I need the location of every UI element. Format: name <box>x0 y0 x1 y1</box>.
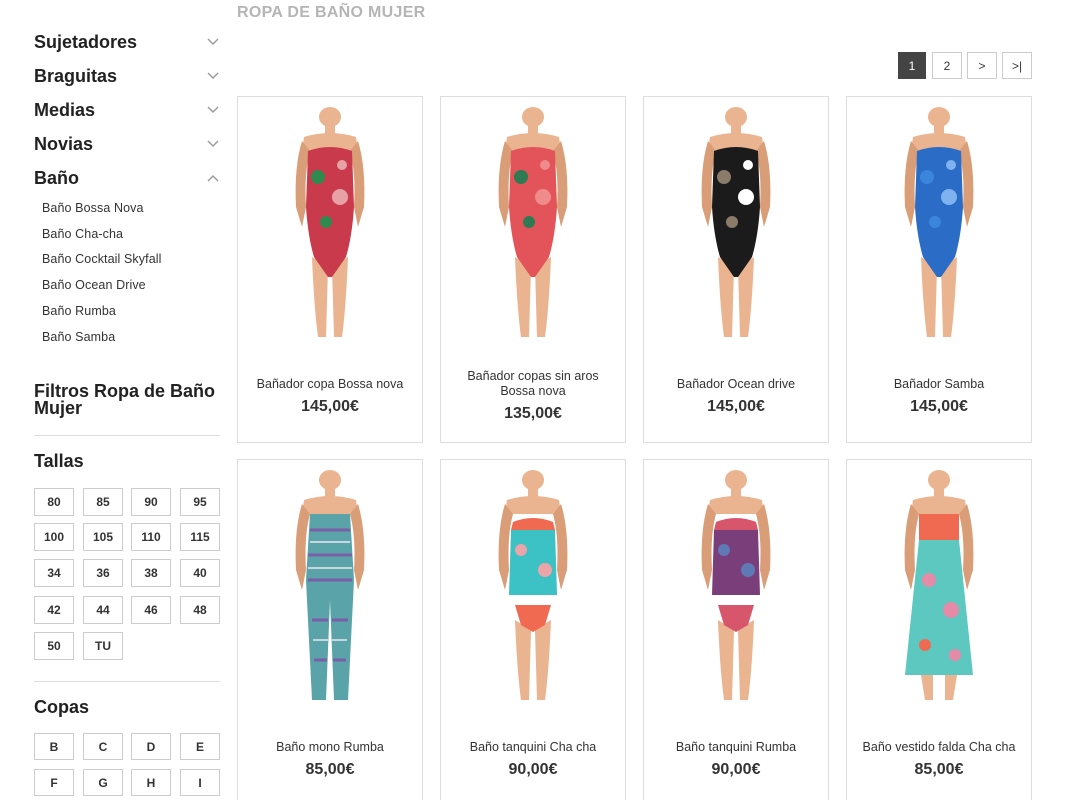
page-title: ROPA DE BAÑO MUJER <box>237 4 426 21</box>
category-label: Novias <box>34 133 94 154</box>
product-name[interactable]: Baño mono Rumba <box>246 740 414 755</box>
subcategory-link[interactable]: Baño Rumba <box>42 304 116 318</box>
subcategory-link[interactable]: Baño Samba <box>42 330 115 344</box>
category-novias[interactable]: Novias <box>34 129 220 159</box>
chevron-down-icon <box>206 103 220 117</box>
category-ba-o[interactable]: Baño <box>34 163 220 193</box>
next-page-button[interactable]: > <box>967 52 997 79</box>
size-filter-48[interactable]: 48 <box>180 596 220 624</box>
cup-filter-i[interactable]: I <box>180 769 220 796</box>
product-image[interactable] <box>441 470 625 700</box>
product-image[interactable] <box>847 107 1031 337</box>
subcategory-link[interactable]: Baño Cha-cha <box>42 227 123 241</box>
product-name[interactable]: Bañador Ocean drive <box>652 377 820 392</box>
product-image[interactable] <box>644 470 828 700</box>
size-filter-95[interactable]: 95 <box>180 488 220 516</box>
cup-filter-c[interactable]: C <box>83 733 123 760</box>
product-card[interactable]: Bañador copas sin aros Bossa nova 135,00€ <box>440 96 626 443</box>
product-price: 90,00€ <box>711 761 761 778</box>
product-price: 145,00€ <box>301 398 359 415</box>
product-card[interactable]: Baño mono Rumba 85,00€ <box>237 459 423 800</box>
product-card[interactable]: Bañador Samba 145,00€ <box>846 96 1032 443</box>
cup-filter-f[interactable]: F <box>34 769 74 796</box>
product-name[interactable]: Bañador copas sin aros Bossa nova <box>449 369 617 399</box>
size-filter-110[interactable]: 110 <box>131 523 171 551</box>
size-filter-105[interactable]: 105 <box>83 523 123 551</box>
size-filter-100[interactable]: 100 <box>34 523 74 551</box>
cup-filter-b[interactable]: B <box>34 733 74 760</box>
product-image[interactable] <box>847 470 1031 700</box>
size-filter-90[interactable]: 90 <box>131 488 171 516</box>
subcategory-link[interactable]: Baño Ocean Drive <box>42 278 146 292</box>
category-label: Braguitas <box>34 65 118 86</box>
divider <box>34 681 220 682</box>
cup-filter-e[interactable]: E <box>180 733 220 760</box>
category-medias[interactable]: Medias <box>34 95 220 125</box>
size-filter-85[interactable]: 85 <box>83 488 123 516</box>
category-label: Baño <box>34 167 79 188</box>
product-name[interactable]: Baño vestido falda Cha cha <box>855 740 1023 755</box>
size-filter-42[interactable]: 42 <box>34 596 74 624</box>
cup-filter-h[interactable]: H <box>131 769 171 796</box>
product-price: 145,00€ <box>910 398 968 415</box>
product-name[interactable]: Baño tanquini Cha cha <box>449 740 617 755</box>
last-page-button[interactable]: >| <box>1002 52 1032 79</box>
tallas-heading: Tallas <box>34 451 84 471</box>
size-filter-80[interactable]: 80 <box>34 488 74 516</box>
product-price: 90,00€ <box>508 761 558 778</box>
divider <box>34 435 220 436</box>
subcategory-link[interactable]: Baño Bossa Nova <box>42 201 144 215</box>
size-filter-36[interactable]: 36 <box>83 559 123 587</box>
product-name[interactable]: Baño tanquini Rumba <box>652 740 820 755</box>
chevron-up-icon <box>206 171 220 185</box>
size-filter-115[interactable]: 115 <box>180 523 220 551</box>
copas-heading: Copas <box>34 697 90 717</box>
chevron-down-icon <box>206 35 220 49</box>
product-price: 145,00€ <box>707 398 765 415</box>
size-filter-34[interactable]: 34 <box>34 559 74 587</box>
product-name[interactable]: Bañador copa Bossa nova <box>246 377 414 392</box>
product-image[interactable] <box>238 107 422 337</box>
product-card[interactable]: Bañador Ocean drive 145,00€ <box>643 96 829 443</box>
size-filter-46[interactable]: 46 <box>131 596 171 624</box>
category-braguitas[interactable]: Braguitas <box>34 61 220 91</box>
product-name[interactable]: Bañador Samba <box>855 377 1023 392</box>
category-label: Medias <box>34 99 96 120</box>
product-card[interactable]: Bañador copa Bossa nova 145,00€ <box>237 96 423 443</box>
size-filter-38[interactable]: 38 <box>131 559 171 587</box>
subcategory-link[interactable]: Baño Cocktail Skyfall <box>42 252 162 266</box>
product-price: 85,00€ <box>914 761 964 778</box>
page-1-button[interactable]: 1 <box>898 52 926 79</box>
cup-filter-d[interactable]: D <box>131 733 171 760</box>
page-2-button[interactable]: 2 <box>932 52 962 79</box>
cup-filter-g[interactable]: G <box>83 769 123 796</box>
product-card[interactable]: Baño tanquini Cha cha 90,00€ <box>440 459 626 800</box>
size-filter-tu[interactable]: TU <box>83 632 123 660</box>
product-image[interactable] <box>238 470 422 700</box>
category-sujetadores[interactable]: Sujetadores <box>34 27 220 57</box>
filters-title: Filtros Ropa de Baño Mujer <box>34 381 216 418</box>
chevron-down-icon <box>206 137 220 151</box>
product-card[interactable]: Baño vestido falda Cha cha 85,00€ <box>846 459 1032 800</box>
product-card[interactable]: Baño tanquini Rumba 90,00€ <box>643 459 829 800</box>
product-price: 85,00€ <box>305 761 355 778</box>
product-image[interactable] <box>644 107 828 337</box>
product-price: 135,00€ <box>504 405 562 422</box>
product-image[interactable] <box>441 107 625 337</box>
size-filter-50[interactable]: 50 <box>34 632 74 660</box>
size-filter-40[interactable]: 40 <box>180 559 220 587</box>
chevron-down-icon <box>206 69 220 83</box>
category-label: Sujetadores <box>34 31 138 52</box>
size-filter-44[interactable]: 44 <box>83 596 123 624</box>
